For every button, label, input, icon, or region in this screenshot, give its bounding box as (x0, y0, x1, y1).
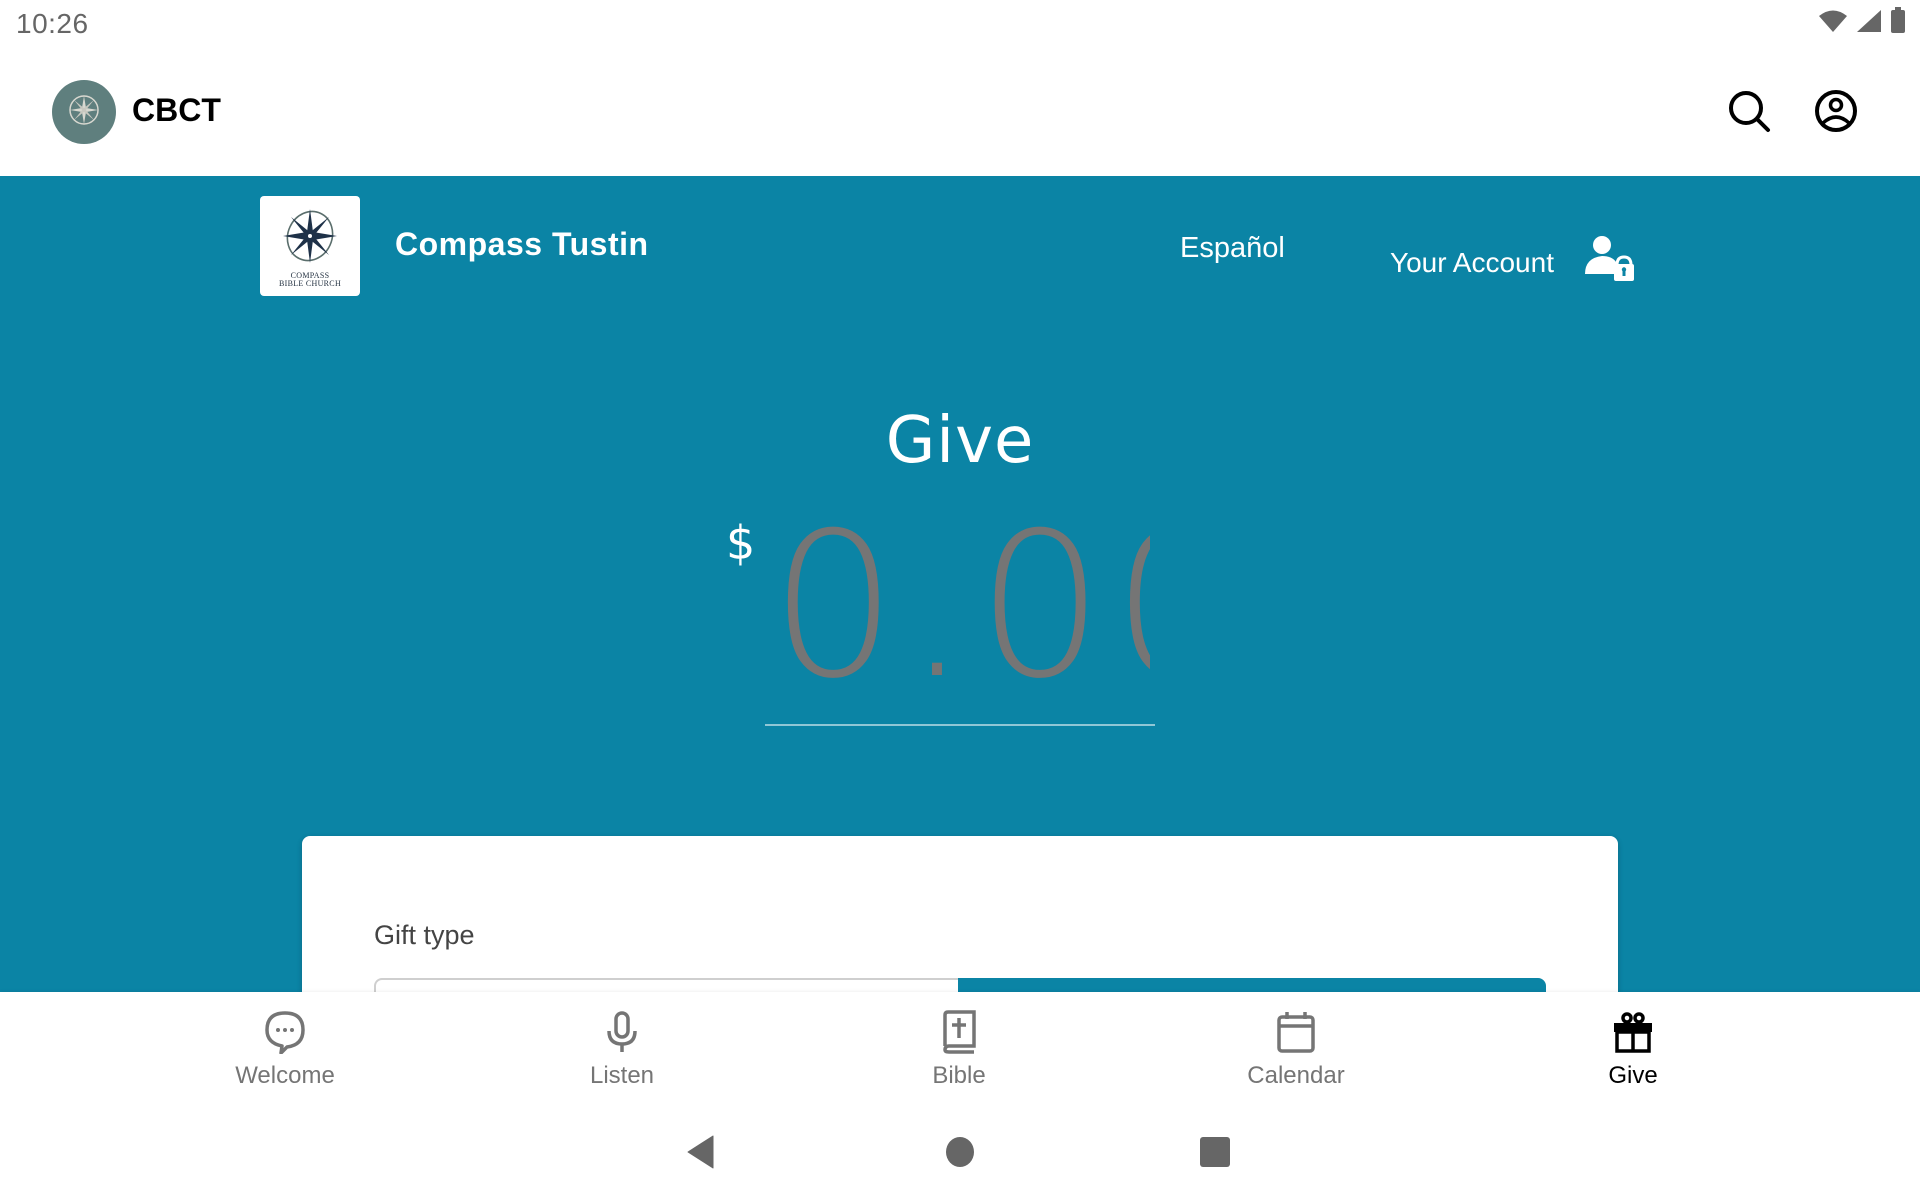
nav-item-give[interactable]: Give (1533, 992, 1733, 1110)
calendar-icon (1274, 1010, 1318, 1054)
give-content: COMPASS BIBLE CHURCH Compass Tustin Espa… (0, 176, 1920, 992)
wifi-icon (1818, 9, 1848, 38)
gift-type-label: Gift type (374, 920, 475, 950)
cell-signal-icon (1856, 9, 1882, 38)
logo-text-line2: BIBLE CHURCH (278, 278, 342, 288)
your-account-link[interactable]: Your Account (1390, 247, 1554, 279)
recents-icon (1199, 1136, 1231, 1173)
status-bar: 10:26 (0, 0, 1920, 52)
gift-type-option-right[interactable] (958, 978, 1546, 992)
status-time: 10:26 (16, 8, 89, 39)
status-icons (1818, 7, 1906, 38)
give-title: Give (885, 404, 1035, 478)
org-logo[interactable]: COMPASS BIBLE CHURCH (260, 196, 360, 296)
app-avatar[interactable] (52, 80, 116, 144)
language-link[interactable]: Español (1180, 232, 1285, 265)
nav-item-bible[interactable]: Bible (859, 992, 1059, 1110)
back-icon (687, 1135, 715, 1174)
home-icon (945, 1136, 975, 1173)
nav-item-calendar[interactable]: Calendar (1196, 992, 1396, 1110)
search-button[interactable] (1722, 86, 1776, 140)
org-name: Compass Tustin (395, 226, 649, 262)
nav-label: Listen (589, 1062, 655, 1089)
nav-label: Bible (932, 1062, 986, 1089)
nav-label: Give (1608, 1062, 1658, 1089)
chat-bubble-icon (263, 1010, 307, 1054)
currency-symbol: $ (726, 516, 756, 570)
home-button[interactable] (944, 1136, 976, 1172)
compass-logo-icon (279, 205, 341, 272)
recents-button[interactable] (1198, 1136, 1232, 1172)
amount-input[interactable] (770, 506, 1150, 706)
app-bar: CBCT (0, 52, 1920, 176)
battery-icon (1890, 7, 1906, 38)
nav-label: Welcome (235, 1062, 335, 1089)
bible-icon (937, 1010, 981, 1054)
bottom-nav: Welcome Listen Bible Calendar Give (0, 992, 1920, 1110)
account-circle-icon (1814, 89, 1858, 138)
microphone-icon (600, 1010, 644, 1054)
app-title: CBCT (132, 92, 221, 128)
nav-label: Calendar (1247, 1062, 1345, 1089)
user-lock-icon[interactable] (1582, 234, 1634, 282)
system-nav (0, 1110, 1920, 1200)
nav-item-welcome[interactable]: Welcome (185, 992, 385, 1110)
compass-logo-icon (67, 93, 101, 132)
account-button[interactable] (1809, 86, 1863, 140)
gift-type-option-left[interactable] (374, 978, 960, 992)
search-icon (1727, 89, 1771, 138)
gift-card: Gift type (302, 836, 1618, 992)
amount-underline (765, 724, 1155, 726)
gift-icon (1611, 1010, 1655, 1054)
back-button[interactable] (686, 1135, 716, 1174)
nav-item-listen[interactable]: Listen (522, 992, 722, 1110)
